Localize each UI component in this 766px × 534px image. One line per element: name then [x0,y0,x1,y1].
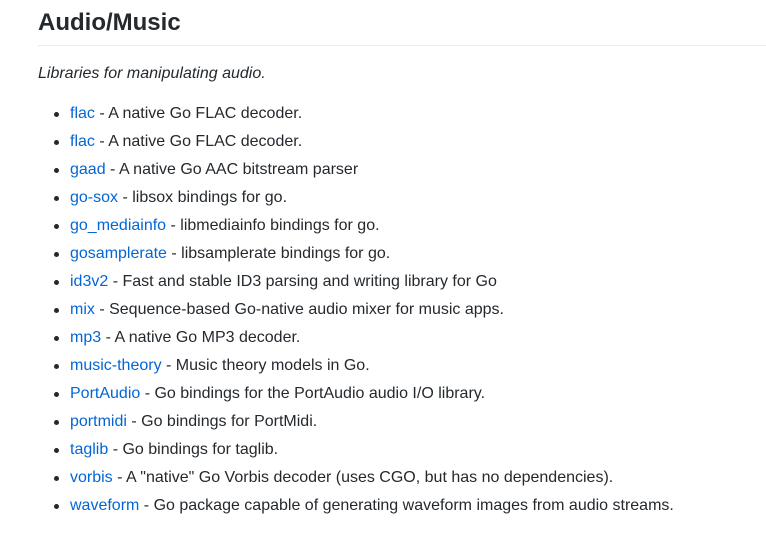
library-description: Go package capable of generating wavefor… [153,497,674,514]
list-item: go-sox - libsox bindings for go. [38,188,674,216]
bullet-icon [54,280,59,285]
bullet-icon [54,168,59,173]
bullet-icon [54,252,59,257]
library-description: libsamplerate bindings for go. [181,245,391,262]
section-description: Libraries for manipulating audio. [38,65,266,82]
library-link[interactable]: go_mediainfo [70,217,166,234]
bullet-icon [54,392,59,397]
list-item: flac - A native Go FLAC decoder. [38,104,674,132]
library-description: A native Go FLAC decoder. [108,105,303,122]
library-description: A native Go FLAC decoder. [108,133,303,150]
section-heading: Audio/Music [38,9,181,36]
library-description: Go bindings for PortMidi. [141,413,318,430]
bullet-icon [54,308,59,313]
library-link[interactable]: go-sox [70,189,118,206]
library-link[interactable]: flac [70,105,95,122]
list-item: mix - Sequence-based Go-native audio mix… [38,300,674,328]
separator: - [139,497,154,514]
list-item: vorbis - A "native" Go Vorbis decoder (u… [38,468,674,496]
bullet-icon [54,476,59,481]
separator: - [140,385,155,402]
bullet-icon [54,364,59,369]
library-description: A "native" Go Vorbis decoder (uses CGO, … [126,469,614,486]
separator: - [108,273,123,290]
heading-divider [38,45,766,46]
library-list: flac - A native Go FLAC decoder. flac - … [38,104,674,524]
bullet-icon [54,448,59,453]
list-item: gaad - A native Go AAC bitstream parser [38,160,674,188]
separator: - [126,413,142,430]
separator: - [112,469,127,486]
list-item: PortAudio - Go bindings for the PortAudi… [38,384,674,412]
bullet-icon [54,196,59,201]
library-link[interactable]: flac [70,133,95,150]
library-link[interactable]: mp3 [70,329,101,346]
bullet-icon [54,112,59,117]
separator: - [166,245,182,262]
library-link[interactable]: PortAudio [70,385,140,402]
library-description: libmediainfo bindings for go. [180,217,380,234]
list-item: portmidi - Go bindings for PortMidi. [38,412,674,440]
library-link[interactable]: mix [70,301,95,318]
library-link[interactable]: music-theory [70,357,162,374]
list-item: taglib - Go bindings for taglib. [38,440,674,468]
library-description: Fast and stable ID3 parsing and writing … [122,273,497,290]
library-description: Go bindings for taglib. [122,441,279,458]
list-item: mp3 - A native Go MP3 decoder. [38,328,674,356]
library-description: Go bindings for the PortAudio audio I/O … [154,385,486,402]
bullet-icon [54,140,59,145]
separator: - [94,133,109,150]
library-description: A native Go MP3 decoder. [114,329,301,346]
library-link[interactable]: vorbis [70,469,113,486]
bullet-icon [54,420,59,425]
list-item: waveform - Go package capable of generat… [38,496,674,524]
bullet-icon [54,224,59,229]
separator: - [105,161,119,178]
list-item: gosamplerate - libsamplerate bindings fo… [38,244,674,272]
bullet-icon [54,336,59,341]
list-item: go_mediainfo - libmediainfo bindings for… [38,216,674,244]
library-link[interactable]: portmidi [70,413,127,430]
list-item: flac - A native Go FLAC decoder. [38,132,674,160]
library-link[interactable]: gosamplerate [70,245,167,262]
library-description: Sequence-based Go-native audio mixer for… [109,301,504,318]
separator: - [94,301,110,318]
separator: - [166,217,181,234]
library-link[interactable]: gaad [70,161,106,178]
list-item: id3v2 - Fast and stable ID3 parsing and … [38,272,674,300]
library-link[interactable]: id3v2 [70,273,108,290]
separator: - [118,189,133,206]
library-link[interactable]: taglib [70,441,108,458]
library-link[interactable]: waveform [70,497,139,514]
separator: - [94,105,109,122]
library-description: A native Go AAC bitstream parser [118,161,359,178]
separator: - [101,329,115,346]
separator: - [161,357,176,374]
bullet-icon [54,504,59,509]
separator: - [108,441,123,458]
list-item: music-theory - Music theory models in Go… [38,356,674,384]
library-description: libsox bindings for go. [132,189,288,206]
library-description: Music theory models in Go. [175,357,370,374]
